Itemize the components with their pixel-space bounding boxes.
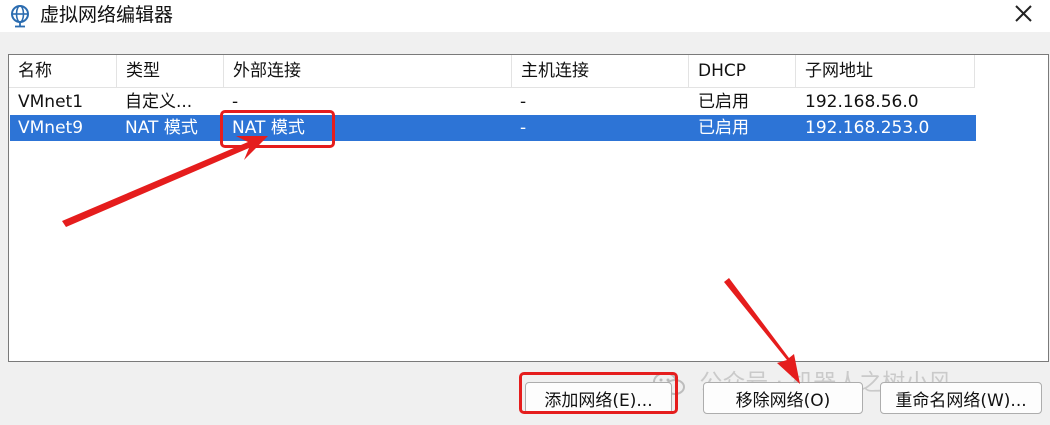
column-header-host-connection[interactable]: 主机连接 (512, 55, 689, 88)
close-button[interactable] (1008, 1, 1038, 29)
column-header-name[interactable]: 名称 (9, 55, 117, 88)
title-bar: 虚拟网络编辑器 (0, 0, 1050, 32)
cell-subnet-address: 192.168.56.0 (805, 92, 919, 112)
window-title: 虚拟网络编辑器 (40, 4, 174, 26)
cell-name: VMnet1 (18, 92, 84, 112)
rename-network-button[interactable]: 重命名网络(W)... (880, 382, 1042, 414)
cell-external-connection: NAT 模式 (232, 118, 305, 138)
add-network-button[interactable]: 添加网络(E)... (525, 382, 672, 414)
list-header: 名称 类型 外部连接 主机连接 DHCP 子网地址 (9, 55, 975, 88)
remove-network-button[interactable]: 移除网络(O) (703, 382, 863, 414)
table-row-selected[interactable]: VMnet9 NAT 模式 NAT 模式 - 已启用 192.168.253.0 (10, 115, 976, 141)
column-header-dhcp[interactable]: DHCP (689, 55, 796, 88)
close-icon (1015, 5, 1032, 22)
column-header-subnet-address[interactable]: 子网地址 (796, 55, 975, 88)
table-row[interactable]: VMnet1 自定义... - - 已启用 192.168.56.0 (10, 89, 976, 115)
cell-type: NAT 模式 (125, 118, 198, 138)
cell-dhcp: 已启用 (698, 118, 749, 138)
column-header-type[interactable]: 类型 (117, 55, 224, 88)
cell-name: VMnet9 (18, 118, 84, 138)
cell-subnet-address: 192.168.253.0 (805, 118, 930, 138)
cell-dhcp: 已启用 (698, 92, 749, 112)
column-header-external-connection[interactable]: 外部连接 (224, 55, 512, 88)
cell-external-connection: - (232, 92, 239, 112)
cell-host-connection: - (520, 92, 527, 112)
network-list[interactable]: 名称 类型 外部连接 主机连接 DHCP 子网地址 VMnet1 自定义... … (8, 54, 1049, 362)
cell-type: 自定义... (125, 92, 193, 112)
cell-host-connection: - (520, 118, 527, 138)
globe-icon (11, 5, 29, 28)
